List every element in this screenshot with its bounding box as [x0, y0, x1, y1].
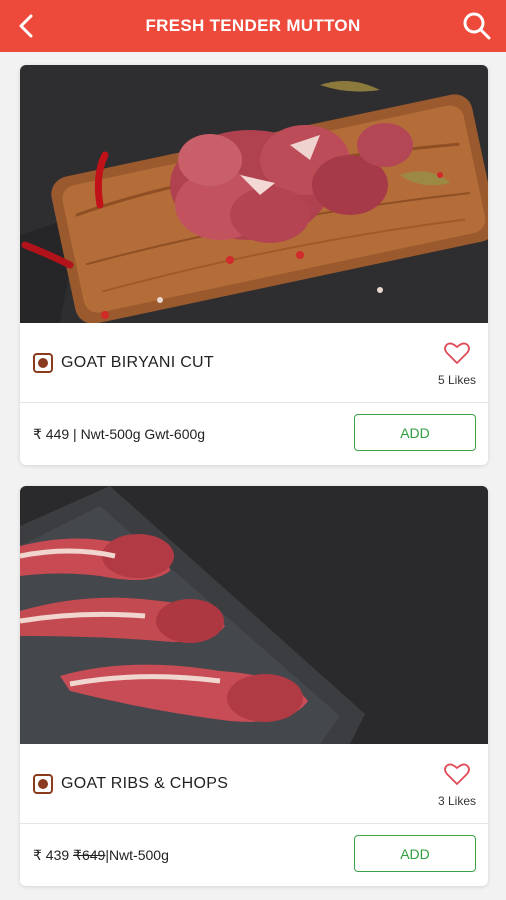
product-name: GOAT BIRYANI CUT	[61, 354, 214, 371]
likes-count: 5 Likes	[437, 373, 476, 387]
price-value: ₹ 439	[33, 847, 70, 863]
app-header: FRESH TENDER MUTTON	[0, 0, 506, 52]
weight-info: |Nwt-500g	[105, 847, 169, 863]
product-card[interactable]: GOAT BIRYANI CUT 5 Likes ₹ 449 | Nwt-500…	[20, 65, 488, 465]
product-image-ribs-chops[interactable]	[20, 486, 488, 744]
product-info-row: GOAT BIRYANI CUT 5 Likes	[20, 323, 488, 403]
likes-count: 3 Likes	[437, 794, 476, 808]
product-info-row: GOAT RIBS & CHOPS 3 Likes	[20, 744, 488, 824]
add-to-cart-button[interactable]: ADD	[354, 414, 476, 451]
heart-icon[interactable]	[444, 341, 470, 365]
page-title: FRESH TENDER MUTTON	[145, 16, 361, 35]
product-name: GOAT RIBS & CHOPS	[61, 775, 229, 792]
add-to-cart-button[interactable]: ADD	[354, 835, 476, 872]
product-card[interactable]: GOAT RIBS & CHOPS 3 Likes ₹ 439 ₹649|Nwt…	[20, 486, 488, 886]
non-veg-icon	[33, 774, 53, 794]
price-value: ₹ 449	[33, 426, 70, 442]
weight-info: | Nwt-500g Gwt-600g	[69, 426, 206, 442]
heart-icon[interactable]	[444, 762, 470, 786]
search-icon[interactable]	[460, 9, 494, 43]
original-price: ₹649	[73, 847, 106, 863]
product-price: ₹ 449 | Nwt-500g Gwt-600g	[33, 426, 205, 443]
product-price: ₹ 439 ₹649|Nwt-500g	[33, 847, 169, 864]
non-veg-icon	[33, 353, 53, 373]
chevron-left-icon[interactable]	[12, 10, 42, 42]
product-image-biryani-cut[interactable]	[20, 65, 488, 323]
